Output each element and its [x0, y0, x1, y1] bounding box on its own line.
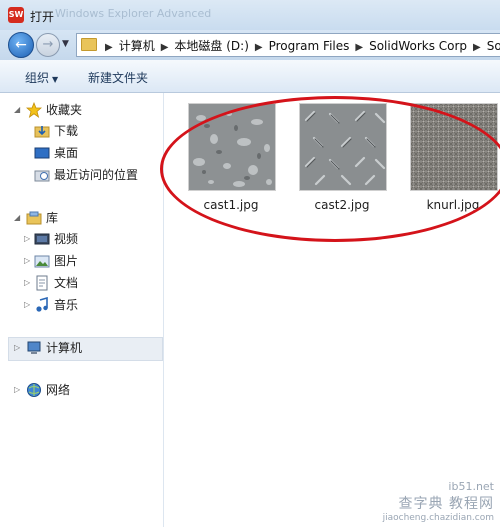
crumb-so[interactable]: So	[487, 39, 500, 53]
sidebar-label-favorites: 收藏夹	[46, 103, 83, 117]
pictures-icon	[34, 255, 50, 268]
command-bar: 组织 ▼ 新建文件夹	[0, 60, 500, 93]
expand-closed-icon[interactable]: ▷	[24, 273, 30, 293]
documents-icon	[36, 275, 48, 291]
videos-icon	[34, 233, 50, 245]
watermark: ib51.net 查字典 教程网 jiaocheng.chazidian.com	[383, 480, 494, 523]
new-folder-label: 新建文件夹	[88, 71, 149, 85]
chevron-down-icon: ▼	[52, 75, 59, 84]
window-title-ghost: Windows Explorer Advanced	[55, 7, 212, 20]
chevron-right-icon: ▶	[105, 42, 113, 53]
sidebar-label-pictures: 图片	[54, 254, 79, 268]
expand-closed-icon[interactable]: ▷	[14, 338, 20, 358]
navigation-pane: ◢ 收藏夹 下载 桌面 最近访问的位置 ◢ 库 ▷ 视频 ▷ 图片 ▷ 文档 ▷…	[0, 93, 164, 527]
music-icon	[36, 297, 48, 312]
expand-closed-icon[interactable]: ▷	[24, 229, 30, 249]
sidebar-label-music: 音乐	[54, 298, 79, 312]
watermark-line3: jiaocheng.chazidian.com	[382, 513, 494, 523]
new-folder-button[interactable]: 新建文件夹	[88, 69, 148, 86]
expand-closed-icon[interactable]: ▷	[24, 251, 30, 271]
arrow-left-icon: ←	[15, 37, 27, 53]
arrow-right-icon: →	[42, 37, 54, 52]
sidebar-label-network: 网络	[46, 383, 71, 397]
sidebar-label-videos: 视频	[54, 232, 79, 246]
crumb-program-files[interactable]: Program Files	[269, 39, 350, 53]
recent-places-icon	[34, 170, 50, 182]
sidebar-label-desktop: 桌面	[54, 146, 79, 160]
forward-button[interactable]: →	[36, 33, 60, 57]
expand-closed-icon[interactable]: ▷	[24, 295, 30, 315]
solidworks-app-icon: SW	[8, 7, 24, 23]
computer-icon	[27, 341, 41, 354]
desktop-icon	[34, 147, 50, 159]
star-icon	[26, 102, 42, 118]
sidebar-label-recent-places: 最近访问的位置	[54, 168, 139, 182]
recent-pages-dropdown[interactable]: ▼	[62, 39, 69, 49]
expand-open-icon[interactable]: ◢	[14, 100, 20, 120]
chevron-down-icon: ▼	[62, 39, 69, 49]
watermark-line1: ib51.net	[448, 480, 494, 493]
watermark-line2: 查字典 教程网	[398, 496, 494, 512]
organize-label: 组织	[25, 71, 50, 85]
address-bar: ← → ▼ ▶ 计算机 ▶ 本地磁盘 (D:) ▶ Program Files ▶ Solid…	[0, 30, 500, 60]
organize-button[interactable]: 组织 ▼	[25, 69, 58, 86]
title-bar: SW 打开 Windows Explorer Advanced	[0, 0, 500, 30]
folder-icon	[81, 38, 97, 51]
expand-open-icon[interactable]: ◢	[14, 208, 20, 228]
sidebar-label-downloads: 下载	[54, 124, 79, 138]
downloads-folder-icon	[34, 126, 50, 138]
back-button[interactable]: ←	[8, 32, 34, 58]
crumb-computer[interactable]: 计算机	[119, 39, 155, 53]
expand-closed-icon[interactable]: ▷	[14, 380, 20, 400]
sidebar-label-libraries: 库	[46, 211, 59, 225]
library-icon	[26, 211, 42, 225]
network-icon	[27, 383, 41, 397]
breadcrumb[interactable]: ▶ 计算机 ▶ 本地磁盘 (D:) ▶ Program Files ▶ SolidWorks …	[76, 33, 500, 57]
sidebar-label-computer: 计算机	[46, 341, 83, 355]
chevron-right-icon: ▶	[355, 42, 364, 53]
sidebar-label-documents: 文档	[54, 276, 79, 290]
chevron-right-icon: ▶	[254, 42, 263, 53]
annotation-ellipse	[160, 96, 500, 242]
crumb-drive-d[interactable]: 本地磁盘 (D:)	[174, 39, 248, 53]
chevron-right-icon: ▶	[160, 42, 169, 53]
crumb-solidworks-corp[interactable]: SolidWorks Corp	[369, 39, 467, 53]
chevron-right-icon: ▶	[473, 42, 481, 53]
window-title: 打开	[30, 10, 55, 24]
